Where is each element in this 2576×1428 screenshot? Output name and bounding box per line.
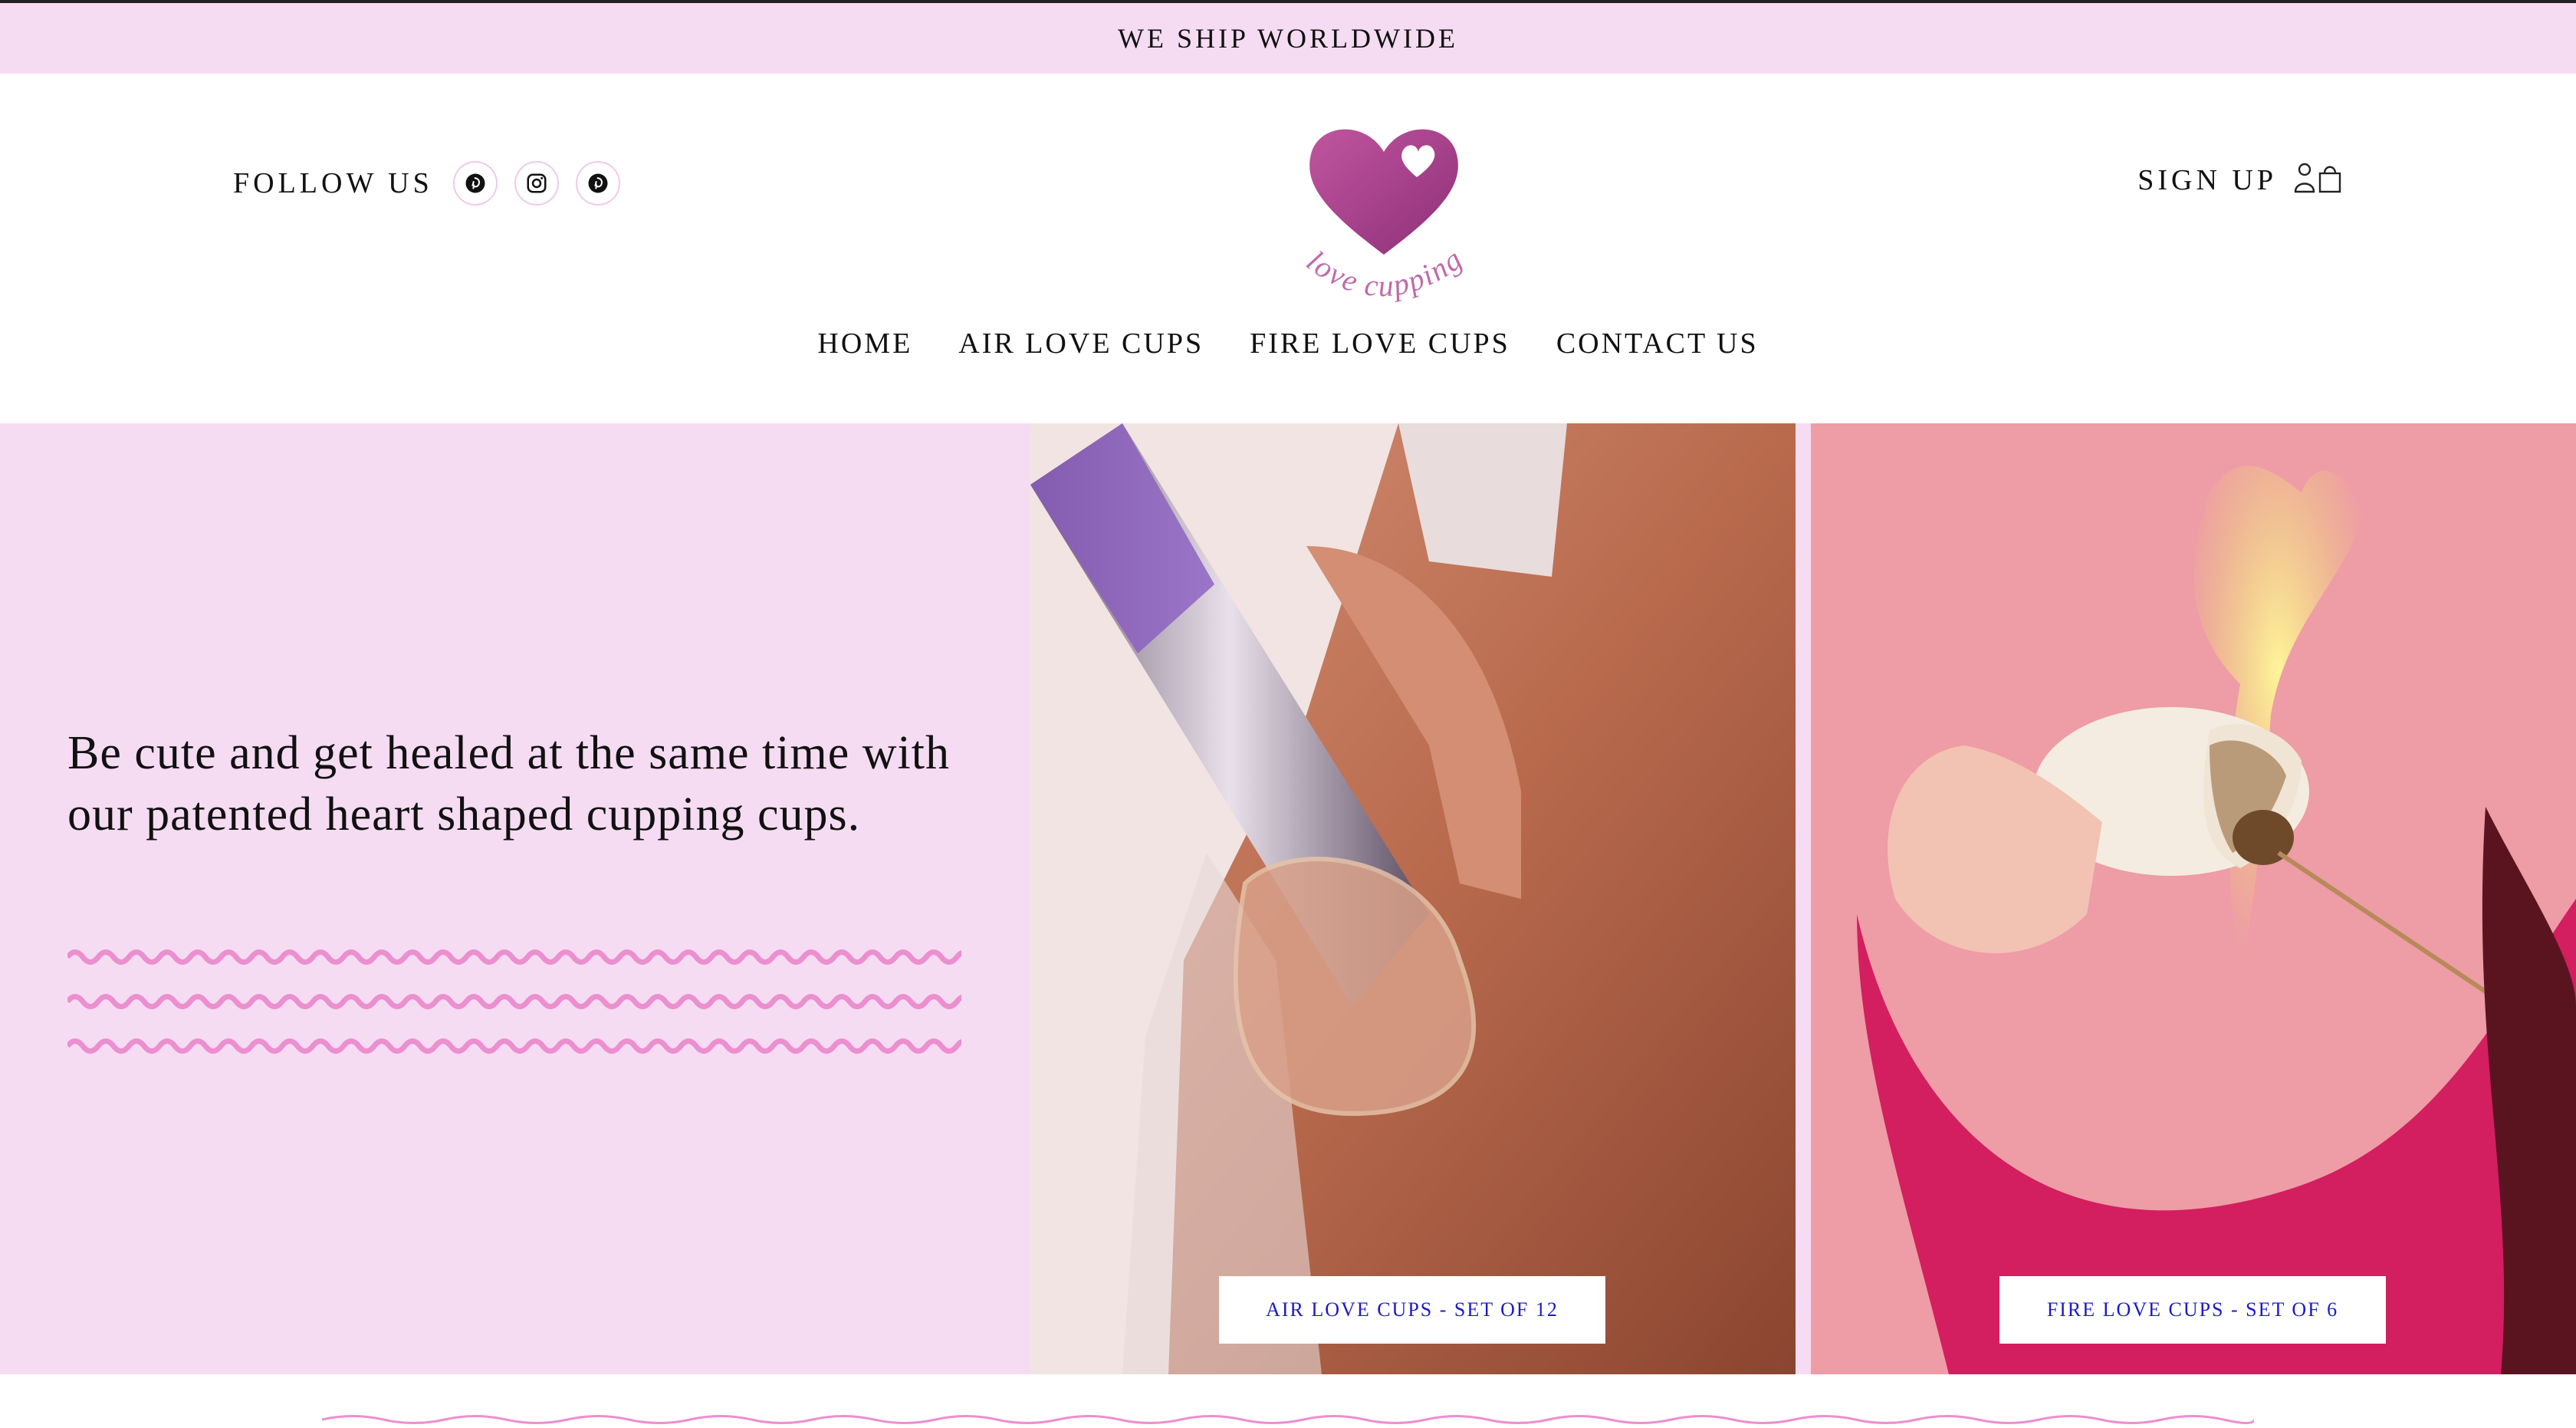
announcement-text: WE SHIP WORLDWIDE [1118,23,1458,54]
wave-row [67,949,961,965]
air-love-cups-panel[interactable]: AIR LOVE CUPS - SET OF 12 [1030,423,1796,1374]
decorative-waves [67,949,961,1054]
nav-item-home[interactable]: HOME [817,327,912,360]
panel-gap [1796,423,1811,1374]
follow-us-label: FOLLOW US [233,167,433,199]
section-divider [322,1415,2254,1424]
account-icon [2294,163,2315,193]
sign-up-label[interactable]: SIGN UP [2137,163,2277,197]
account-cart-icons[interactable] [2294,161,2343,199]
follow-us: FOLLOW US [233,161,637,206]
nav-item-fire-love-cups[interactable]: FIRE LOVE CUPS [1250,327,1510,360]
fire-cup-photo [1811,423,2576,1374]
pinterest-icon[interactable] [452,161,498,206]
wave-row [67,994,961,1009]
sign-up[interactable]: SIGN UP [2137,161,2343,199]
fire-love-cups-panel[interactable]: FIRE LOVE CUPS - SET OF 6 [1811,423,2576,1374]
site-header: FOLLOW US love cupping SIGN UP HOME AIR … [0,74,2576,423]
love-cupping-logo[interactable]: love cupping [1280,112,1487,342]
main-nav: HOME AIR LOVE CUPS FIRE LOVE CUPS CONTAC… [0,327,2576,360]
fire-love-cups-button[interactable]: FIRE LOVE CUPS - SET OF 6 [1999,1276,2386,1344]
shopping-bag-icon [2318,166,2341,193]
instagram-icon[interactable] [514,161,559,206]
air-cup-photo [1030,423,1796,1374]
pinterest-icon[interactable] [575,161,620,206]
hero-section: Be cute and get healed at the same time … [0,423,2576,1374]
nav-item-contact-us[interactable]: CONTACT US [1556,327,1759,360]
air-love-cups-button[interactable]: AIR LOVE CUPS - SET OF 12 [1219,1276,1605,1344]
hero-text-panel: Be cute and get healed at the same time … [0,423,1030,1374]
wave-row [67,1038,961,1054]
hero-tagline: Be cute and get healed at the same time … [67,727,950,841]
nav-item-air-love-cups[interactable]: AIR LOVE CUPS [958,327,1204,360]
announcement-bar: WE SHIP WORLDWIDE [0,3,2576,74]
